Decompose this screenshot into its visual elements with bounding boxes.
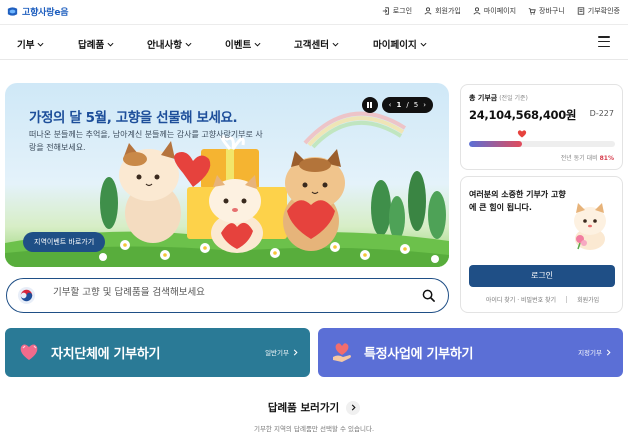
chevron-down-icon — [420, 42, 427, 47]
total-donation-amount: 24,104,568,400원 — [469, 108, 577, 122]
pause-icon[interactable] — [361, 97, 378, 113]
search-icon[interactable] — [422, 289, 435, 302]
search-bar — [6, 278, 449, 313]
top-link-mypage-label: 마이페이지 — [483, 7, 517, 15]
search-input[interactable] — [53, 287, 393, 298]
taegeuk-emblem-icon — [17, 286, 36, 305]
top-link-certificate[interactable]: 기부확인증 — [577, 6, 620, 16]
pager-next-button[interactable]: › — [423, 97, 426, 113]
nav-item-label: 이벤트 — [225, 40, 252, 51]
chevron-right-icon — [606, 349, 611, 355]
nav-item-gifts[interactable]: 답례품 — [78, 37, 114, 51]
nav-item-label: 답례품 — [78, 40, 105, 51]
login-button[interactable]: 로그인 — [469, 265, 615, 287]
heart-marker-icon — [518, 130, 527, 138]
designated-donation-link[interactable]: 지정기부 — [578, 347, 611, 357]
local-donation-card[interactable]: 자치단체에 기부하기 일반기부 — [5, 328, 310, 377]
chevron-down-icon — [185, 42, 192, 47]
banner-title: 가정의 달 5월, 고향을 선물해 보세요. — [29, 110, 238, 126]
chevron-right-icon — [293, 349, 298, 355]
pager-current: 1 — [396, 101, 402, 109]
total-donation-panel: 총 기부금 (전일 기준) 24,104,568,400원 D-227 전년 동기… — [460, 84, 623, 170]
general-donation-label: 일반기부 — [265, 349, 289, 357]
login-panel: 여러분의 소중한 기부가 고향에 큰 힘이 됩니다. 로그인 아이디 찾기 · … — [460, 176, 623, 313]
chevron-down-icon — [107, 42, 114, 47]
nav-item-event[interactable]: 이벤트 — [225, 37, 261, 51]
total-basis: (전일 기준) — [499, 95, 528, 102]
nav-item-label: 마이페이지 — [373, 40, 417, 51]
top-link-login-label: 로그인 — [392, 7, 413, 15]
top-link-signup-label: 회원가입 — [435, 7, 461, 15]
progress-note: 전년 동기 대비 81% — [561, 153, 614, 162]
nav-item-donate[interactable]: 기부 — [17, 37, 44, 51]
hero-banner[interactable]: 가정의 달 5월, 고향을 선물해 보세요. 떠나온 분들께는 추억을, 남아계… — [5, 83, 449, 267]
gift-hand-icon — [333, 343, 351, 362]
nav-item-label: 고객센터 — [294, 40, 329, 51]
signup-link[interactable]: 회원가입 — [577, 295, 599, 304]
cart-icon — [528, 8, 536, 15]
login-icon — [382, 7, 389, 15]
pager-separator: / — [406, 101, 409, 109]
login-message: 여러분의 소중한 기부가 고향에 큰 힘이 됩니다. — [469, 190, 566, 212]
banner-pager: ‹ 1 / 5 › — [381, 97, 433, 113]
link-divider — [566, 296, 568, 303]
user-icon — [473, 7, 481, 15]
chevron-right-icon — [346, 400, 361, 415]
pager-prev-button[interactable]: ‹ — [389, 97, 392, 113]
donation-progress-fill — [469, 141, 523, 147]
gifts-description: 기부한 지역의 답례품만 선택할 수 있습니다. — [253, 425, 375, 433]
nav-item-label: 기부 — [17, 40, 35, 51]
site-logo[interactable]: 고향사랑e음 — [6, 5, 69, 18]
special-donation-title: 특정사업에 기부하기 — [364, 347, 474, 362]
heart-hand-icon — [20, 344, 38, 360]
find-account-link[interactable]: 아이디 찾기 · 비밀번호 찾기 — [486, 295, 556, 304]
banner-subtitle: 떠나온 분들께는 추억을, 남아계신 분들께는 감사를 고향사랑기부로 사랑을 … — [29, 130, 263, 152]
nav-item-info[interactable]: 안내사항 — [147, 37, 192, 51]
top-link-cart-label: 장바구니 — [539, 7, 565, 15]
designated-donation-label: 지정기부 — [578, 349, 602, 357]
logo-text: 고향사랑e음 — [22, 8, 69, 18]
top-link-signup[interactable]: 회원가입 — [424, 6, 461, 16]
banner-event-button[interactable]: 지역이벤트 바로가기 — [23, 232, 106, 252]
cat-mascot-icon — [574, 203, 606, 250]
top-link-cart[interactable]: 장바구니 — [528, 6, 565, 16]
general-donation-link[interactable]: 일반기부 — [265, 347, 298, 357]
logo-mark-icon — [7, 7, 18, 16]
main-nav: 기부 답례품 안내사항 이벤트 고객센터 마이페이지 — [0, 26, 628, 60]
chevron-down-icon — [332, 42, 339, 47]
progress-note-prefix: 전년 동기 대비 — [560, 155, 598, 162]
total-label-text: 총 기부금 — [469, 94, 498, 102]
progress-note-value: 81% — [599, 155, 614, 162]
user-plus-icon — [424, 7, 432, 15]
account-links: 아이디 찾기 · 비밀번호 찾기 회원가입 — [461, 295, 624, 304]
hamburger-icon[interactable] — [598, 36, 610, 47]
gifts-link[interactable]: 답례품 보러가기 — [0, 400, 628, 415]
gifts-title: 답례품 보러가기 — [267, 402, 340, 414]
donation-progress-bar — [469, 141, 615, 147]
total-donation-label: 총 기부금 (전일 기준) — [469, 93, 528, 103]
top-bar: 고향사랑e음 로그인 회원가입 마이페이지 장바구니 기부확인증 — [0, 0, 628, 25]
nav-item-mypage[interactable]: 마이페이지 — [373, 37, 427, 51]
nav-item-label: 안내사항 — [147, 40, 182, 51]
banner-controls: ‹ 1 / 5 › — [361, 97, 433, 113]
total-dday: D-227 — [589, 109, 614, 118]
certificate-icon — [577, 7, 584, 15]
chevron-down-icon — [254, 42, 261, 47]
nav-item-support[interactable]: 고객센터 — [294, 37, 339, 51]
special-donation-card[interactable]: 특정사업에 기부하기 지정기부 — [318, 328, 623, 377]
top-link-mypage[interactable]: 마이페이지 — [473, 6, 516, 16]
top-link-login[interactable]: 로그인 — [382, 6, 412, 16]
chevron-down-icon — [37, 42, 44, 47]
local-donation-title: 자치단체에 기부하기 — [51, 347, 161, 362]
top-link-certificate-label: 기부확인증 — [587, 7, 620, 15]
pager-total: 5 — [413, 101, 419, 109]
